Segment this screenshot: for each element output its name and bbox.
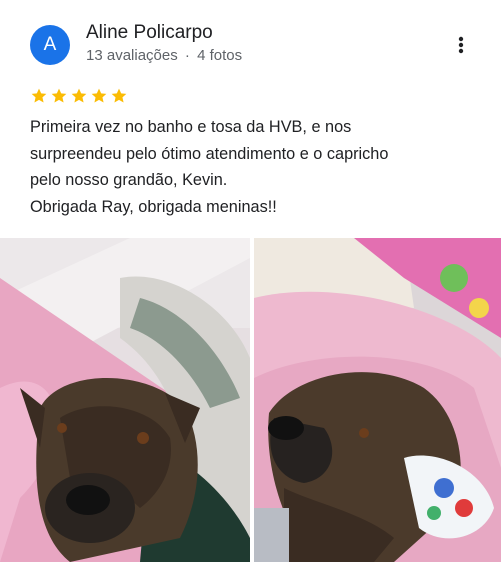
review-count: 13 avaliações (86, 47, 178, 64)
star-rating (30, 87, 128, 105)
review-photo-2[interactable] (254, 238, 501, 562)
star-icon (111, 88, 127, 103)
avatar[interactable]: A (30, 25, 70, 65)
star-icon (91, 88, 107, 103)
photo-count: 4 fotos (197, 47, 243, 64)
dog-photo-2 (254, 238, 501, 562)
review-photos (0, 238, 501, 562)
review-text-line: pelo nosso grandão, Kevin. (30, 171, 228, 189)
more-options-button[interactable] (448, 32, 474, 58)
dog-photo-1 (0, 238, 250, 562)
review-text-line: Obrigada Ray, obrigada meninas!! (30, 197, 277, 216)
review-text-line: surpreendeu pelo ótimo atendimento e o c… (30, 144, 389, 163)
review-header: A Aline Policarpo 13 avaliações · 4 foto… (0, 0, 501, 80)
reviewer-name[interactable]: Aline Policarpo (86, 22, 213, 44)
meta-separator: · (184, 47, 190, 64)
star-icon (31, 88, 47, 103)
reviewer-meta: 13 avaliações · 4 fotos (86, 47, 242, 64)
star-icon (51, 88, 67, 103)
star-icon (71, 88, 87, 103)
more-vert-icon (458, 36, 464, 54)
review-text: Primeira vez no banho e tosa da HVB, e n… (30, 114, 480, 220)
review-photo-1[interactable] (0, 238, 250, 562)
review-text-line: Primeira vez no banho e tosa da HVB, e n… (30, 118, 352, 136)
